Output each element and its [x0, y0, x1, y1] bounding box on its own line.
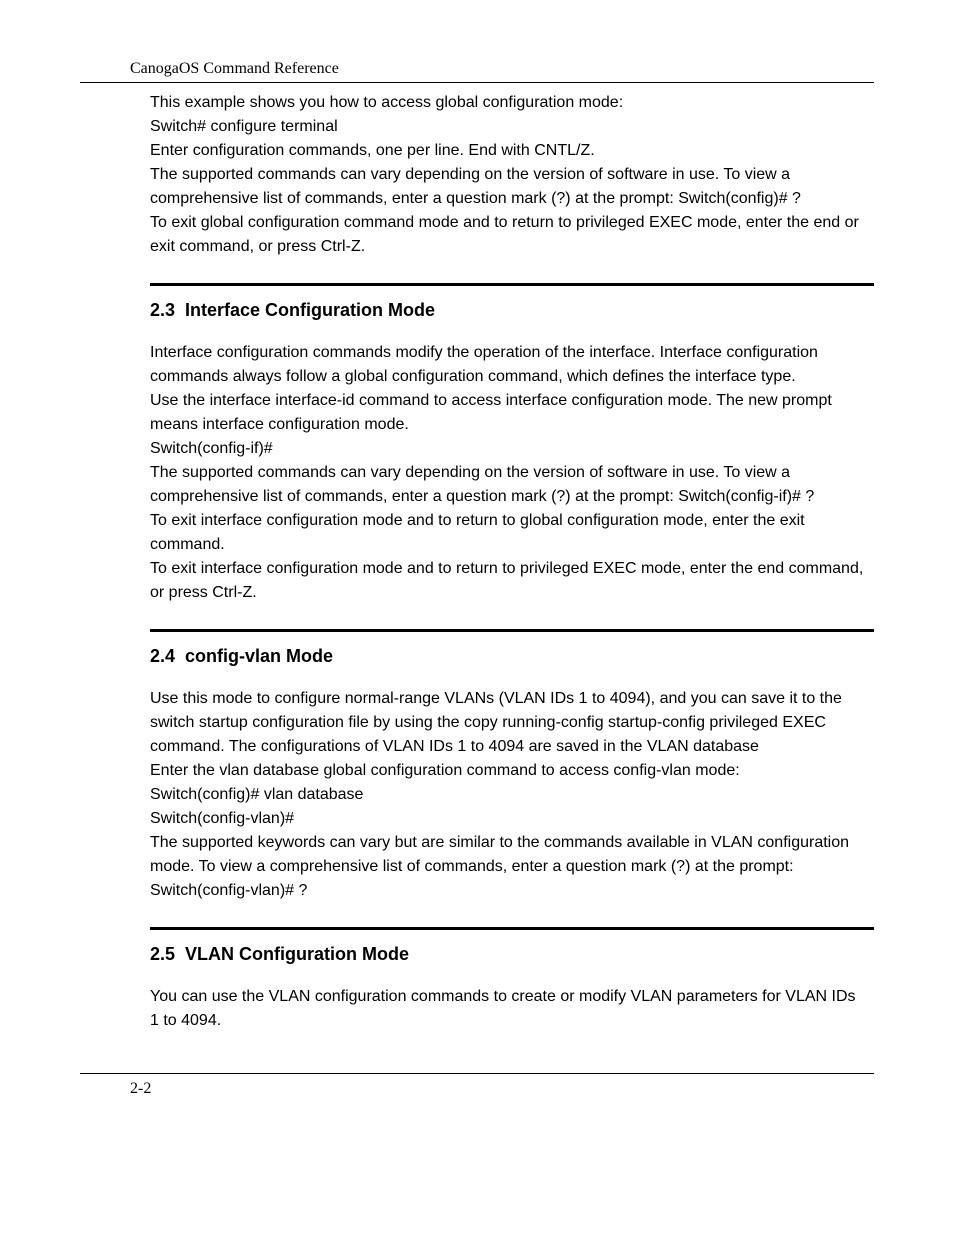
heading-2-5: 2.5 VLAN Configuration Mode	[150, 944, 874, 965]
paragraph: Switch# configure terminal	[150, 115, 864, 139]
paragraph: You can use the VLAN configuration comma…	[150, 985, 864, 1033]
section-divider	[150, 629, 874, 632]
heading-2-3: 2.3 Interface Configuration Mode	[150, 300, 874, 321]
paragraph: To exit interface configuration mode and…	[150, 509, 864, 557]
paragraph: Switch(config-vlan)# ?	[150, 879, 864, 903]
section-divider	[150, 283, 874, 286]
paragraph: Enter the vlan database global configura…	[150, 759, 864, 783]
paragraph: The supported commands can vary dependin…	[150, 461, 864, 509]
paragraph: Interface configuration commands modify …	[150, 341, 864, 389]
section-24-body: Use this mode to configure normal-range …	[150, 687, 864, 903]
paragraph: Enter configuration commands, one per li…	[150, 139, 864, 163]
page-number: 2-2	[130, 1080, 874, 1098]
section-top-body: This example shows you how to access glo…	[150, 91, 864, 259]
paragraph: The supported commands can vary dependin…	[150, 163, 864, 211]
paragraph: Switch(config-if)#	[150, 437, 864, 461]
section-divider	[150, 927, 874, 930]
section-23-body: Interface configuration commands modify …	[150, 341, 864, 605]
paragraph: To exit global configuration command mod…	[150, 211, 864, 259]
paragraph: The supported keywords can vary but are …	[150, 831, 864, 879]
paragraph: To exit interface configuration mode and…	[150, 557, 864, 605]
paragraph: This example shows you how to access glo…	[150, 91, 864, 115]
heading-2-4: 2.4 config-vlan Mode	[150, 646, 874, 667]
paragraph: Use the interface interface-id command t…	[150, 389, 864, 437]
page-header-title: CanogaOS Command Reference	[130, 60, 874, 78]
footer-divider	[80, 1073, 874, 1074]
paragraph: Switch(config-vlan)#	[150, 807, 864, 831]
section-25-body: You can use the VLAN configuration comma…	[150, 985, 864, 1033]
header-divider	[80, 82, 874, 83]
paragraph: Use this mode to configure normal-range …	[150, 687, 864, 759]
paragraph: Switch(config)# vlan database	[150, 783, 864, 807]
